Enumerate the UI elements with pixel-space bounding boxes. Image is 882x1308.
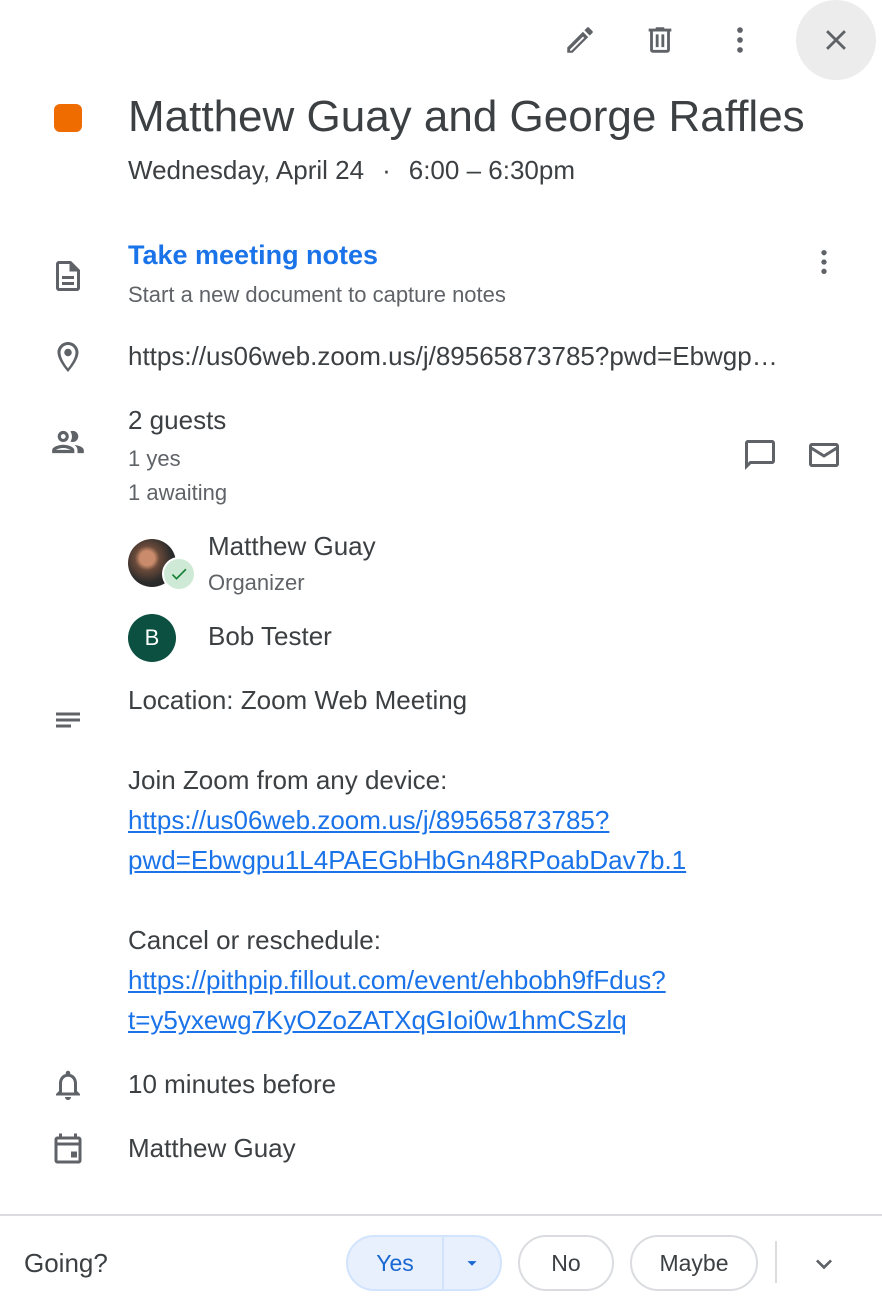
more-options-button[interactable] (712, 12, 768, 68)
notes-subtitle: Start a new document to capture notes (128, 282, 506, 307)
event-title: Matthew Guay and George Raffles (128, 92, 805, 141)
guests-row-icon (46, 420, 90, 464)
close-icon (819, 23, 853, 57)
reminder-text: 10 minutes before (128, 1069, 337, 1099)
description-join-label: Join Zoom from any device: (128, 765, 448, 795)
expand-rsvp-button[interactable] (796, 1236, 852, 1292)
event-time: 6:00 – 6:30pm (408, 155, 575, 185)
rsvp-maybe-button[interactable]: Maybe (630, 1235, 758, 1291)
delete-button[interactable] (632, 12, 688, 68)
chevron-down-icon (808, 1248, 840, 1280)
more-vert-icon (808, 246, 840, 278)
event-date: Wednesday, April 24 (128, 155, 365, 185)
check-icon (169, 564, 189, 584)
notes-lines-icon (50, 702, 86, 738)
rsvp-yes-button[interactable]: Yes (348, 1237, 442, 1289)
location-row-icon (46, 335, 90, 379)
calendar-owner: Matthew Guay (128, 1133, 296, 1163)
location-pin-icon (50, 339, 86, 375)
location-url[interactable]: https://us06web.zoom.us/j/89565873785?pw… (128, 341, 852, 372)
mail-icon (806, 437, 842, 473)
description-location: Location: Zoom Web Meeting (128, 685, 468, 715)
avatar-bob-tester: B (128, 614, 176, 662)
guest-role: Organizer (208, 570, 305, 595)
calendar-icon (50, 1132, 86, 1168)
document-icon (50, 258, 86, 294)
zoom-join-link-line1[interactable]: https://us06web.zoom.us/j/89565873785? (128, 805, 609, 836)
description-cancel-label: Cancel or reschedule: (128, 925, 381, 955)
close-button[interactable] (796, 0, 876, 80)
caret-down-icon (461, 1252, 483, 1274)
pencil-icon (563, 23, 597, 57)
guest-name: Matthew Guay (208, 531, 376, 561)
guests-summary: 2 guests (128, 405, 227, 435)
take-meeting-notes-link[interactable]: Take meeting notes (128, 240, 378, 271)
footer-divider (0, 1214, 882, 1216)
reschedule-link-line2[interactable]: t=y5yxewg7KyOZoZATXqGIoi0w1hmCSzlq (128, 1005, 627, 1036)
accepted-badge (162, 557, 196, 591)
rsvp-prompt: Going? (24, 1248, 108, 1278)
guests-yes-count: 1 yes (128, 446, 181, 471)
reminder-row-icon (46, 1063, 90, 1107)
event-color-swatch (54, 104, 82, 132)
datetime-separator: · (382, 155, 391, 185)
notes-row-icon (46, 254, 90, 298)
rsvp-yes-group: Yes (346, 1235, 502, 1291)
more-vert-icon (723, 23, 757, 57)
people-icon (49, 423, 87, 461)
notes-more-button[interactable] (796, 234, 852, 290)
guests-awaiting-count: 1 awaiting (128, 480, 228, 505)
guest-name: Bob Tester (208, 621, 332, 651)
zoom-join-link-line2[interactable]: pwd=Ebwgpu1L4PAEGbHbGn48RPoabDav7b.1 (128, 845, 686, 876)
email-guests-button[interactable] (796, 427, 852, 483)
event-datetime: Wednesday, April 24 · 6:00 – 6:30pm (128, 155, 575, 186)
reschedule-link-line1[interactable]: https://pithpip.fillout.com/event/ehbobh… (128, 965, 666, 996)
rsvp-yes-dropdown[interactable] (442, 1237, 500, 1289)
trash-icon (643, 23, 677, 57)
footer-separator (775, 1241, 777, 1283)
chat-guests-button[interactable] (732, 427, 788, 483)
edit-button[interactable] (552, 12, 608, 68)
chat-bubble-icon (742, 437, 778, 473)
calendar-row-icon (46, 1128, 90, 1172)
rsvp-no-button[interactable]: No (518, 1235, 614, 1291)
description-row-icon (46, 698, 90, 742)
bell-icon (50, 1067, 86, 1103)
